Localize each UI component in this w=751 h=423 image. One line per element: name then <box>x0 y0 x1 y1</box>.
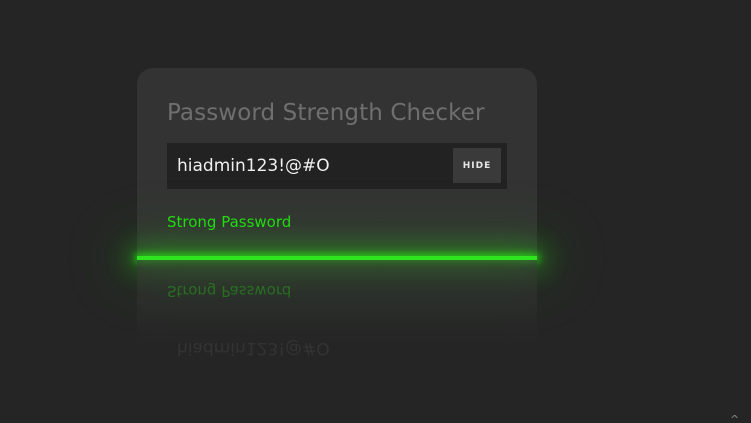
password-input[interactable] <box>177 143 447 189</box>
status-reflection: Strong Password <box>167 282 292 300</box>
password-checker-card: Password Strength Checker HIDE Strong Pa… <box>137 68 537 258</box>
page: Password Strength Checker HIDE Strong Pa… <box>0 0 751 423</box>
strength-status-text: Strong Password <box>167 213 292 231</box>
hide-password-button[interactable]: HIDE <box>453 148 501 183</box>
corner-caret-icon: ^ <box>730 413 740 423</box>
card-reflection: Strong Password hiadmin123!@#O <box>137 260 537 360</box>
password-reflection: hiadmin123!@#O <box>177 338 330 358</box>
password-field-container: HIDE <box>167 143 507 189</box>
page-title: Password Strength Checker <box>167 100 485 126</box>
